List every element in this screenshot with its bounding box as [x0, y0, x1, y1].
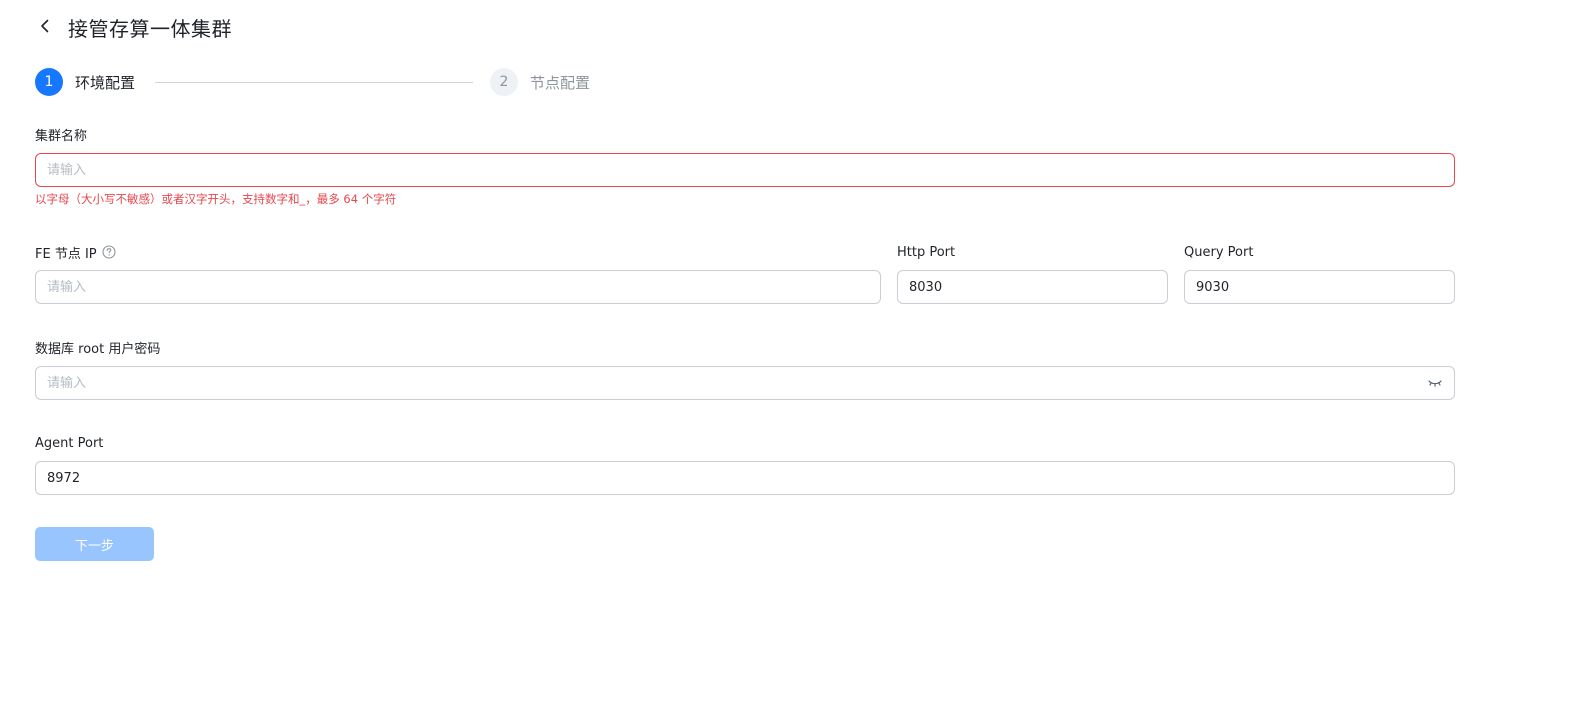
step-number: 2	[490, 68, 518, 96]
agent-port-input[interactable]	[35, 461, 1455, 495]
http-port-label: Http Port	[897, 244, 956, 260]
cluster-name-input[interactable]	[35, 153, 1455, 187]
page-header: 接管存算一体集群	[36, 12, 232, 42]
step-label: 环境配置	[75, 73, 136, 92]
agent-port-label: Agent Port	[35, 435, 104, 451]
step-connector	[155, 82, 473, 83]
step-label: 节点配置	[530, 73, 591, 92]
chevron-left-icon	[40, 18, 50, 37]
step-environment-config[interactable]: 1 环境配置	[35, 68, 135, 96]
root-password-label: 数据库 root 用户密码	[35, 341, 161, 357]
step-node-config[interactable]: 2 节点配置	[490, 68, 590, 96]
fe-node-ip-input[interactable]	[35, 270, 881, 304]
next-step-button[interactable]: 下一步	[35, 527, 154, 561]
root-password-input[interactable]	[35, 366, 1455, 400]
http-port-input[interactable]	[897, 270, 1168, 304]
back-button[interactable]	[36, 18, 54, 36]
steps-indicator: 1 环境配置 2 节点配置	[35, 68, 635, 96]
step-number: 1	[35, 68, 63, 96]
cluster-name-label: 集群名称	[35, 128, 88, 144]
query-port-label: Query Port	[1184, 244, 1254, 260]
query-port-input[interactable]	[1184, 270, 1455, 304]
eye-closed-icon[interactable]	[1428, 378, 1442, 388]
page: 接管存算一体集群 1 环境配置 2 节点配置 集群名称 以字母（大小写不敏感）或…	[0, 0, 1576, 701]
question-circle-icon[interactable]	[102, 245, 116, 259]
fe-node-ip-label-text: FE 节点 IP	[35, 246, 97, 262]
cluster-name-error: 以字母（大小写不敏感）或者汉字开头，支持数字和_，最多 64 个字符	[35, 192, 397, 206]
page-title: 接管存算一体集群	[68, 16, 232, 41]
fe-node-ip-label: FE 节点 IP	[35, 243, 116, 262]
